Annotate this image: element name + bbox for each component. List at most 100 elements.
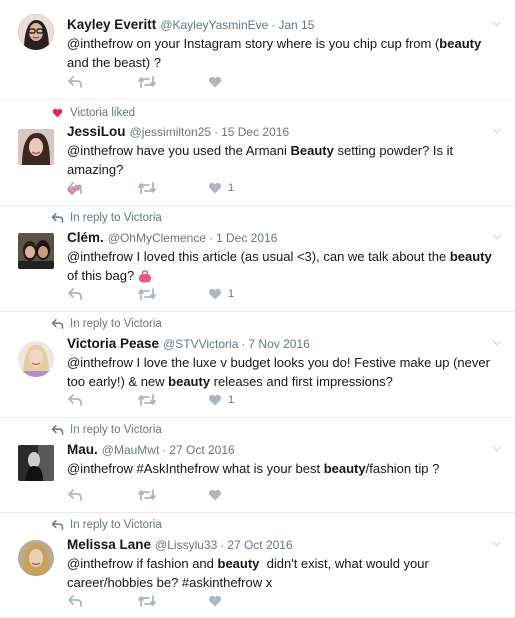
tweet-text: @inthefrow #AskInthefrow what is your be… [67,459,499,478]
social-context: In reply to Victoria [50,212,162,224]
chevron-down-icon[interactable]: ⌵ [493,336,501,349]
tweet-actions: 1 [68,288,278,300]
reply-icon [51,520,63,530]
author-name[interactable]: Mau. [67,442,98,457]
retweet-icon [138,489,156,501]
heart-icon [208,595,222,607]
reply-icon [68,595,82,607]
tweet[interactable]: In reply to Victoria Melissa Lane @Lissy… [0,513,515,618]
author-handle[interactable]: @OhMyClemence [108,231,206,245]
context-label: In reply to Victoria [70,212,162,224]
like-button[interactable]: 1 [208,394,278,406]
context-label: In reply to Victoria [70,424,162,436]
tweet-actions [68,76,278,88]
avatar[interactable] [18,14,54,50]
avatar-image [18,233,54,269]
social-context: Victoria liked [50,107,135,119]
retweet-icon [138,288,156,300]
author-handle[interactable]: @MauMwt [102,443,160,457]
reply-icon [68,394,82,406]
like-button[interactable] [208,76,278,88]
retweet-button[interactable] [138,182,208,194]
avatar-image [18,445,54,481]
tweet[interactable]: Kayley Everitt @KayleyYasminEve · Jan 15… [0,0,515,100]
avatar[interactable] [18,445,54,481]
reply-icon [68,489,82,501]
text-part: of this bag? [67,268,135,283]
chevron-down-icon[interactable]: ⌵ [493,124,501,137]
retweet-button[interactable] [138,394,208,406]
chevron-down-icon[interactable]: ⌵ [493,442,501,455]
reply-button[interactable] [68,489,138,501]
retweet-button[interactable] [138,595,208,607]
separator-dot: · [162,443,167,457]
separator-dot: · [220,538,225,552]
chevron-down-icon[interactable]: ⌵ [493,230,501,243]
highlight-term: beauty [323,461,366,476]
tweet-actions: 1 [68,394,278,406]
author-name[interactable]: Melissa Lane [67,537,151,552]
reply-button[interactable] [68,394,138,406]
reply-button[interactable] [68,76,138,88]
avatar-image [18,540,54,576]
author-name[interactable]: Victoria Pease [67,336,159,351]
author-name[interactable]: JessiLou [67,124,126,139]
avatar[interactable] [18,129,54,165]
text-part: and the beast) ? [67,55,161,70]
tweet-feed: Kayley Everitt @KayleyYasminEve · Jan 15… [0,0,515,618]
avatar[interactable] [18,341,54,377]
tweet[interactable]: In reply to Victoria Victoria Pease @STV… [0,312,515,418]
like-button[interactable] [208,595,278,607]
like-button[interactable]: 1 [208,182,278,194]
social-context: In reply to Victoria [50,318,162,330]
reply-button[interactable] [68,182,138,194]
tweet-text: @inthefrow I loved this article (as usua… [67,247,499,285]
heart-icon [52,108,62,118]
author-name[interactable]: Kayley Everitt [67,17,156,32]
tweet[interactable]: In reply to Victoria Mau. @MauMwt · 27 O… [0,418,515,513]
tweet-actions: 1 [68,182,278,194]
author-handle[interactable]: @STVVictoria [163,337,238,351]
reply-icon [51,425,63,435]
retweet-button[interactable] [138,76,208,88]
text-part: @inthefrow if fashion and [67,556,218,571]
text-part: @inthefrow on your Instagram story where… [67,36,440,51]
reply-icon [68,76,82,88]
highlight-term: beauty [217,556,260,571]
highlight-term: beauty [449,249,492,264]
tweet-date[interactable]: 1 Dec 2016 [216,231,277,245]
author-handle[interactable]: @jessimilton25 [130,125,212,139]
reply-icon [68,288,82,300]
retweet-button[interactable] [138,288,208,300]
text-part: @inthefrow #AskInthefrow what is your be… [67,461,324,476]
chevron-down-icon[interactable]: ⌵ [493,537,501,550]
like-button[interactable] [208,489,278,501]
author-name[interactable]: Clém. [67,230,104,245]
avatar[interactable] [18,233,54,269]
highlight-term: beauty [168,374,211,389]
handbag-emoji [138,270,151,283]
tweet-date[interactable]: 27 Oct 2016 [169,443,234,457]
separator-dot: · [241,337,246,351]
like-button[interactable]: 1 [208,288,278,300]
avatar[interactable] [18,540,54,576]
tweet-actions [68,595,278,607]
tweet-date[interactable]: 15 Dec 2016 [221,125,289,139]
tweet-date[interactable]: 7 Nov 2016 [248,337,309,351]
reply-button[interactable] [68,595,138,607]
like-count: 1 [228,288,235,300]
like-count: 1 [228,394,235,406]
text-part: @inthefrow I loved this article (as usua… [67,249,450,264]
author-handle[interactable]: @KayleyYasminEve [160,18,268,32]
tweet-date[interactable]: 27 Oct 2016 [227,538,292,552]
chevron-down-icon[interactable]: ⌵ [493,17,501,30]
separator-dot: · [271,18,276,32]
tweet[interactable]: In reply to Victoria Clém. @OhMyClemence… [0,206,515,312]
highlight-term: beauty [439,36,482,51]
retweet-button[interactable] [138,489,208,501]
separator-dot: · [214,125,219,139]
reply-button[interactable] [68,288,138,300]
tweet-date[interactable]: Jan 15 [278,18,314,32]
tweet[interactable]: Victoria liked JessiLou @jessimilton25 ·… [0,100,515,206]
author-handle[interactable]: @Lissylu33 [155,538,217,552]
